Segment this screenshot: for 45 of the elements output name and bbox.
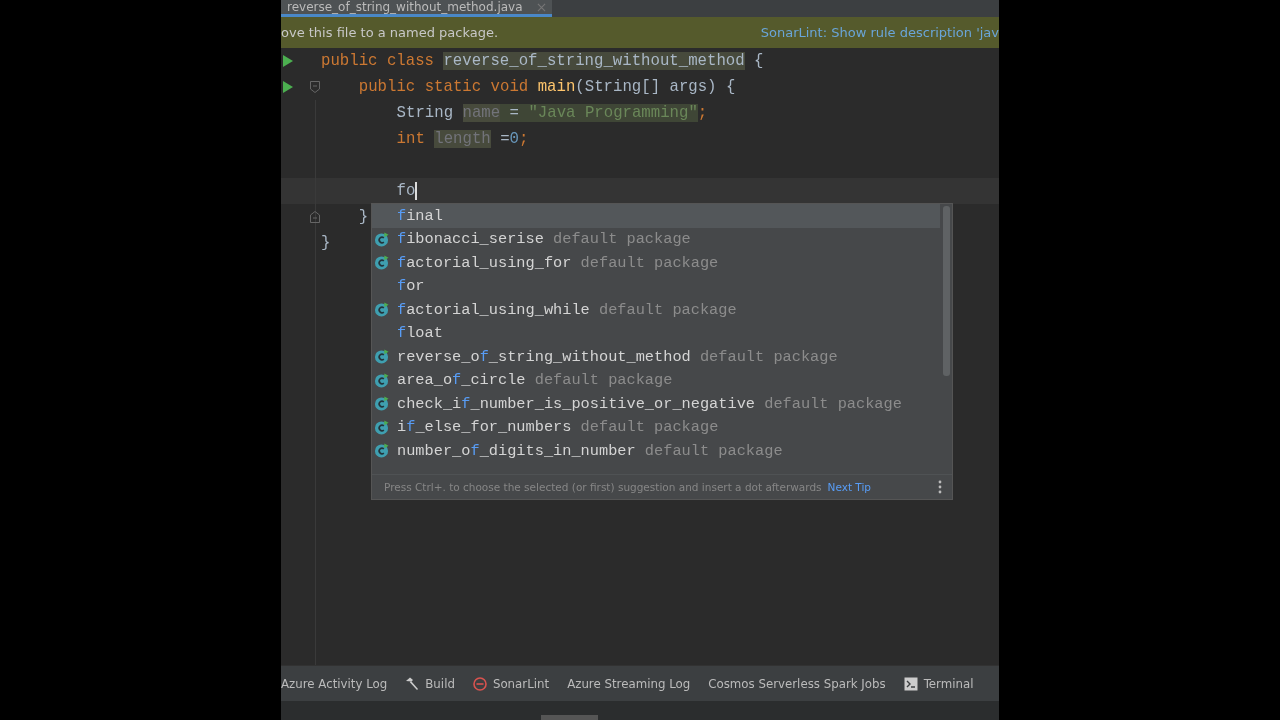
run-icon[interactable] [283, 55, 293, 67]
close-icon[interactable] [536, 2, 546, 12]
completion-item[interactable]: number_of_digits_in_number default package [372, 439, 940, 463]
scrollbar-thumb[interactable] [943, 206, 950, 376]
fold-icon[interactable] [310, 81, 320, 93]
code-line: public static void main(String[] args) { [358, 78, 736, 96]
class-icon [374, 419, 389, 435]
code-line: int length =0; [396, 130, 529, 148]
more-icon[interactable] [938, 480, 942, 494]
completion-item[interactable]: for [372, 274, 940, 298]
next-tip-link[interactable]: Next Tip [827, 481, 872, 493]
code-line: } [321, 234, 331, 252]
fold-icon[interactable] [310, 211, 320, 223]
tool-window-button[interactable]: SonarLint [472, 676, 550, 691]
no-entry-icon [472, 676, 487, 691]
completion-item[interactable]: if_else_for_numbers default package [372, 415, 940, 439]
class-icon [374, 372, 389, 388]
class-icon [374, 255, 389, 271]
completion-item[interactable]: check_if_number_is_positive_or_negative default package [372, 392, 940, 416]
completion-item[interactable]: factorial_using_while default package [372, 298, 940, 322]
hammer-icon [405, 676, 420, 691]
code-line: } [358, 208, 369, 226]
completion-item[interactable]: float [372, 321, 940, 345]
tool-window-button[interactable]: Azure Streaming Log [567, 676, 691, 691]
completion-item[interactable]: fibonacci_serise default package [372, 227, 940, 251]
tool-window-button[interactable]: Terminal [903, 676, 974, 691]
completion-item[interactable]: factorial_using_for default package [372, 251, 940, 275]
completion-item[interactable]: final [372, 204, 940, 228]
completion-item[interactable]: area_of_circle default package [372, 368, 940, 392]
completion-item[interactable]: reverse_of_string_without_method default package [372, 345, 940, 369]
run-icon[interactable] [283, 81, 293, 93]
code-line: public class reverse_of_string_without_method { [321, 52, 764, 70]
class-icon [374, 396, 389, 412]
class-icon [374, 443, 389, 459]
completion-hint: Press Ctrl+. to choose the selected (or first) suggestion and insert a dot afterwards [384, 481, 822, 493]
tool-window-button[interactable]: Build [405, 676, 455, 691]
editor-tab[interactable]: reverse_of_string_without_method.java [281, 0, 552, 17]
tool-window-button[interactable]: Azure Activity Log [281, 676, 388, 691]
class-icon [374, 231, 389, 247]
class-icon [374, 302, 389, 318]
tool-window-button[interactable]: Cosmos Serverless Spark Jobs [708, 676, 886, 691]
class-icon [374, 349, 389, 365]
code-line: fo [396, 181, 418, 201]
terminal-icon [903, 676, 918, 691]
banner-message: ove this file to a named package. [281, 25, 499, 40]
